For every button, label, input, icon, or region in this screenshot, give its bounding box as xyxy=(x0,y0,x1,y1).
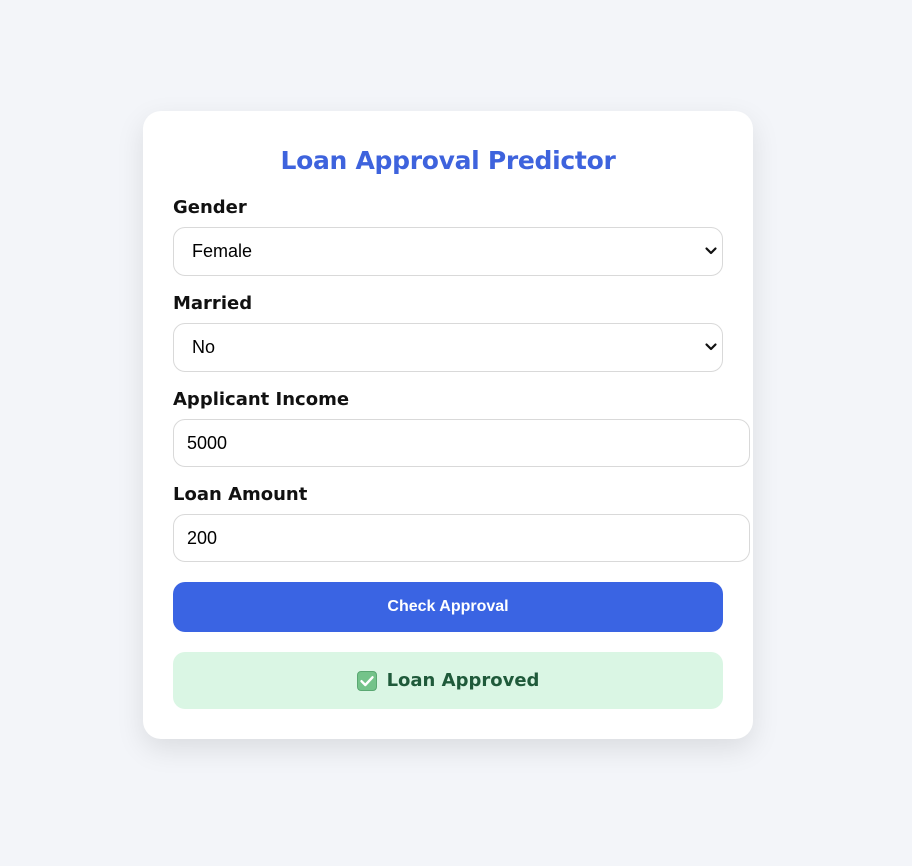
loan-amount-value: 200 xyxy=(187,528,218,548)
check-mark-button-icon xyxy=(356,670,377,691)
loan-amount-input[interactable]: 200 xyxy=(173,514,750,562)
gender-select[interactable]: Female xyxy=(173,227,723,276)
chevron-down-icon xyxy=(705,247,717,255)
check-approval-button[interactable]: Check Approval xyxy=(173,582,723,632)
married-select[interactable]: No xyxy=(173,323,723,372)
applicant-income-input[interactable]: 5000 xyxy=(173,419,750,467)
married-select-value: No xyxy=(192,337,216,357)
page-title: Loan Approval Predictor xyxy=(280,146,616,175)
result-text: Loan Approved xyxy=(386,669,540,691)
gender-label: Gender xyxy=(173,197,247,218)
gender-select-value: Female xyxy=(192,241,253,261)
applicant-income-value: 5000 xyxy=(187,433,228,453)
result-banner: Loan Approved xyxy=(173,652,723,709)
chevron-down-icon xyxy=(705,343,717,351)
loan-form-card: Loan Approval Predictor Gender Female Ma… xyxy=(143,111,753,739)
loan-amount-label: Loan Amount xyxy=(173,484,308,505)
applicant-income-label: Applicant Income xyxy=(173,389,350,410)
married-label: Married xyxy=(173,293,253,314)
